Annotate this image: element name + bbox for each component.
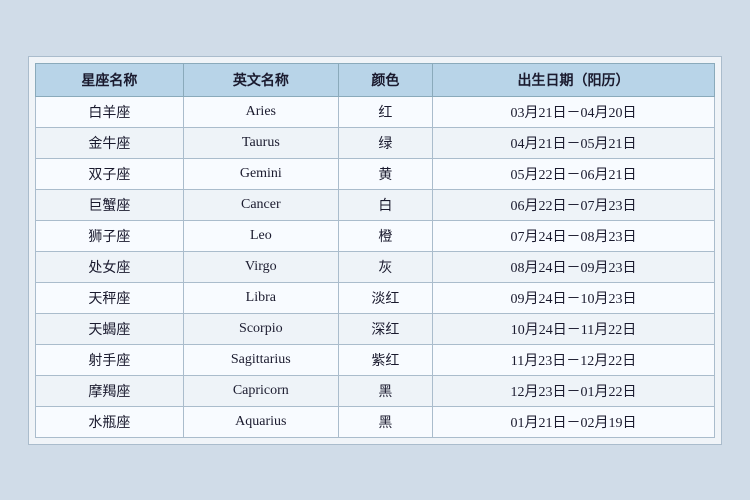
table-cell: 灰 <box>338 251 432 282</box>
table-cell: 水瓶座 <box>36 406 184 437</box>
table-cell: 白 <box>338 189 432 220</box>
table-row: 水瓶座Aquarius黑01月21日－02月19日 <box>36 406 715 437</box>
table-cell: 狮子座 <box>36 220 184 251</box>
table-cell: 10月24日－11月22日 <box>432 313 714 344</box>
table-cell: Aquarius <box>183 406 338 437</box>
table-cell: 01月21日－02月19日 <box>432 406 714 437</box>
table-cell: Libra <box>183 282 338 313</box>
table-header-row: 星座名称英文名称颜色出生日期（阳历） <box>36 63 715 96</box>
table-cell: 紫红 <box>338 344 432 375</box>
table-cell: 天秤座 <box>36 282 184 313</box>
table-cell: 06月22日－07月23日 <box>432 189 714 220</box>
table-cell: 巨蟹座 <box>36 189 184 220</box>
table-cell: 04月21日－05月21日 <box>432 127 714 158</box>
table-cell: 09月24日－10月23日 <box>432 282 714 313</box>
table-cell: 处女座 <box>36 251 184 282</box>
table-cell: 射手座 <box>36 344 184 375</box>
table-body: 白羊座Aries红03月21日－04月20日金牛座Taurus绿04月21日－0… <box>36 96 715 437</box>
table-cell: Sagittarius <box>183 344 338 375</box>
table-cell: 黑 <box>338 375 432 406</box>
table-cell: 双子座 <box>36 158 184 189</box>
table-cell: 12月23日－01月22日 <box>432 375 714 406</box>
table-cell: 黑 <box>338 406 432 437</box>
table-cell: 天蝎座 <box>36 313 184 344</box>
table-cell: Cancer <box>183 189 338 220</box>
table-cell: Aries <box>183 96 338 127</box>
table-column-header: 英文名称 <box>183 63 338 96</box>
table-column-header: 颜色 <box>338 63 432 96</box>
table-cell: Capricorn <box>183 375 338 406</box>
table-cell: 03月21日－04月20日 <box>432 96 714 127</box>
table-row: 狮子座Leo橙07月24日－08月23日 <box>36 220 715 251</box>
table-column-header: 星座名称 <box>36 63 184 96</box>
table-cell: Gemini <box>183 158 338 189</box>
table-cell: Virgo <box>183 251 338 282</box>
table-cell: 深红 <box>338 313 432 344</box>
table-row: 金牛座Taurus绿04月21日－05月21日 <box>36 127 715 158</box>
table-cell: 金牛座 <box>36 127 184 158</box>
table-cell: 摩羯座 <box>36 375 184 406</box>
table-cell: 05月22日－06月21日 <box>432 158 714 189</box>
zodiac-table-wrapper: 星座名称英文名称颜色出生日期（阳历） 白羊座Aries红03月21日－04月20… <box>28 56 722 445</box>
table-row: 处女座Virgo灰08月24日－09月23日 <box>36 251 715 282</box>
table-cell: Taurus <box>183 127 338 158</box>
table-row: 摩羯座Capricorn黑12月23日－01月22日 <box>36 375 715 406</box>
table-cell: 白羊座 <box>36 96 184 127</box>
table-row: 双子座Gemini黄05月22日－06月21日 <box>36 158 715 189</box>
table-column-header: 出生日期（阳历） <box>432 63 714 96</box>
table-cell: 橙 <box>338 220 432 251</box>
table-cell: 08月24日－09月23日 <box>432 251 714 282</box>
table-row: 天蝎座Scorpio深红10月24日－11月22日 <box>36 313 715 344</box>
table-cell: 黄 <box>338 158 432 189</box>
table-row: 白羊座Aries红03月21日－04月20日 <box>36 96 715 127</box>
table-cell: 淡红 <box>338 282 432 313</box>
table-cell: Leo <box>183 220 338 251</box>
table-cell: 红 <box>338 96 432 127</box>
table-row: 巨蟹座Cancer白06月22日－07月23日 <box>36 189 715 220</box>
table-row: 射手座Sagittarius紫红11月23日－12月22日 <box>36 344 715 375</box>
zodiac-table: 星座名称英文名称颜色出生日期（阳历） 白羊座Aries红03月21日－04月20… <box>35 63 715 438</box>
table-cell: 07月24日－08月23日 <box>432 220 714 251</box>
table-cell: 绿 <box>338 127 432 158</box>
table-cell: 11月23日－12月22日 <box>432 344 714 375</box>
table-cell: Scorpio <box>183 313 338 344</box>
table-row: 天秤座Libra淡红09月24日－10月23日 <box>36 282 715 313</box>
